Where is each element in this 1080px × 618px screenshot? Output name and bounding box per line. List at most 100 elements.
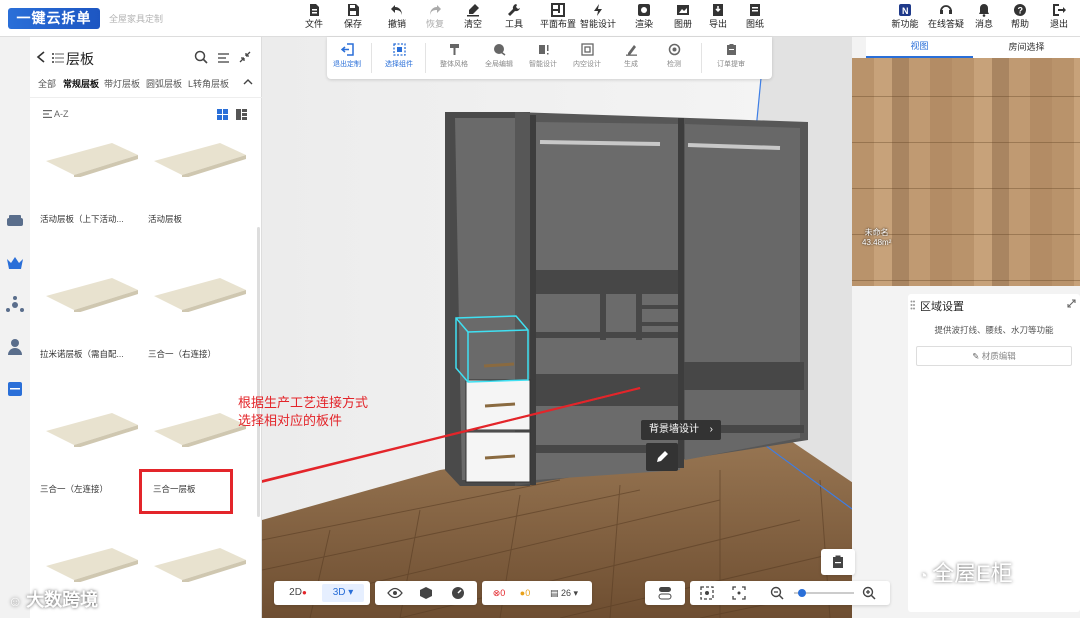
3d-viewport[interactable]	[262, 37, 908, 618]
list-count-icon: ▤	[549, 588, 561, 598]
drag-handle-icon[interactable]	[910, 300, 915, 310]
collapse-icon[interactable]	[239, 51, 251, 63]
custom-toolbar: 退出定制 选择组件 整体风格 全局编辑 智能设计 内空设计 生成 检测 订单提审	[327, 37, 772, 79]
shelf-item[interactable]: 三合一（左连接）	[40, 399, 140, 509]
exit-custom-button[interactable]: 退出定制	[327, 43, 367, 69]
online-qa-button[interactable]: 在线答疑	[926, 3, 966, 30]
style-icon	[449, 44, 459, 55]
file-icon	[310, 4, 319, 16]
album-button[interactable]: 图册	[666, 3, 700, 30]
undo-button[interactable]: 撤销	[380, 3, 414, 30]
category-arc[interactable]: 圆弧层板	[146, 77, 182, 90]
filter-icon[interactable]	[217, 51, 230, 64]
shelf-item[interactable]	[148, 534, 248, 618]
crown-icon[interactable]	[5, 253, 25, 273]
clipboard-button[interactable]	[821, 549, 855, 575]
gauge-icon[interactable]	[451, 586, 465, 600]
view-2d-button[interactable]: 2D●	[278, 581, 318, 605]
warning-counter[interactable]: ●0	[514, 581, 536, 605]
sort-az-toggle[interactable]: A-Z	[54, 109, 69, 119]
svg-text:?: ?	[1018, 6, 1024, 16]
generate-button[interactable]: 生成	[611, 43, 651, 69]
shelf-item[interactable]: 拉米诺层板（需自配...	[40, 264, 140, 374]
search-icon[interactable]	[194, 50, 208, 64]
back-icon[interactable]	[36, 51, 46, 63]
render-button[interactable]: 渲染	[627, 3, 661, 30]
annotation-line: 选择相对应的板件	[238, 413, 343, 428]
sofa-icon[interactable]	[5, 211, 25, 231]
exit-custom-label: 退出定制	[333, 61, 361, 68]
inner-space-icon	[580, 43, 594, 56]
pen-icon	[657, 451, 668, 462]
annotation-highlight-box	[139, 469, 233, 514]
zoom-out-icon[interactable]	[770, 586, 784, 600]
shelf-item-label: 三合一（左连接）	[40, 484, 109, 494]
fit-view-icon[interactable]	[732, 586, 746, 600]
room-preview[interactable]: 未命名 43.48m²	[852, 58, 1080, 286]
tab-room-select[interactable]: 房间选择	[973, 37, 1080, 58]
eye-icon[interactable]	[387, 587, 403, 599]
shelf-thumbnail	[46, 278, 138, 312]
expand-icon[interactable]	[1067, 299, 1076, 308]
material-edit-label: 材质编辑	[981, 351, 1016, 361]
edit-pen-button[interactable]	[646, 443, 678, 471]
category-l-corner[interactable]: L转角层板	[188, 77, 229, 90]
background-wall-design-button[interactable]: 背景墙设计 ›	[641, 420, 721, 440]
cabinet-icon[interactable]	[5, 379, 25, 399]
new-feature-button[interactable]: N 新功能	[888, 3, 922, 30]
zoom-in-icon[interactable]	[862, 586, 876, 600]
shelf-item[interactable]: 活动层板（上下活动...	[40, 129, 140, 239]
reset-view-icon[interactable]	[700, 586, 714, 600]
red-dot-icon: ●	[301, 588, 307, 597]
item-counter[interactable]: ▤ 26 ▾	[542, 581, 586, 605]
category-regular[interactable]: 常规层板	[63, 77, 99, 90]
check-label: 检测	[667, 61, 681, 68]
redo-button[interactable]: 恢复	[418, 3, 452, 30]
redo-label: 恢复	[425, 19, 444, 29]
drawing-icon	[750, 4, 760, 16]
shelf-thumbnail	[46, 413, 138, 447]
smart-design-tool-button[interactable]: 智能设计	[523, 43, 563, 69]
floor-plan-button[interactable]: 平面布置	[538, 3, 578, 30]
inner-space-button[interactable]: 内空设计	[567, 43, 607, 69]
export-button[interactable]: 导出	[701, 3, 735, 30]
zoom-slider-handle[interactable]	[798, 589, 806, 597]
file-button[interactable]: 文件	[297, 3, 331, 30]
save-button[interactable]: 保存	[336, 3, 370, 30]
view-mode-toggle: 2D● 3D ▾	[274, 581, 370, 605]
list-view-icon[interactable]	[236, 109, 247, 120]
toggle-icon[interactable]	[658, 586, 672, 600]
grid-view-icon[interactable]	[217, 109, 228, 120]
chevron-up-icon[interactable]	[243, 78, 253, 86]
select-component-button[interactable]: 选择组件	[379, 43, 419, 69]
view-3d-button[interactable]: 3D ▾	[322, 584, 364, 602]
material-edit-button[interactable]: ✎ 材质编辑	[916, 346, 1072, 366]
watermark-left: ☺ 大数跨境	[8, 590, 99, 610]
smart-design-button[interactable]: 智能设计	[578, 3, 618, 30]
save-label: 保存	[343, 19, 362, 29]
user-icon[interactable]	[5, 337, 25, 357]
category-all[interactable]: 全部	[38, 77, 56, 90]
error-counter[interactable]: ⊗0	[488, 581, 510, 605]
cube-icon[interactable]	[419, 586, 433, 600]
shelf-item[interactable]: 三合一（右连接）	[148, 264, 248, 374]
shelf-item[interactable]: 活动层板	[148, 129, 248, 239]
style-button[interactable]: 整体风格	[434, 43, 474, 69]
region-description: 提供波打线、腰线、水刀等功能	[934, 325, 1054, 335]
order-submit-button[interactable]: 订单提审	[709, 43, 753, 69]
tab-view[interactable]: 视图	[866, 37, 973, 58]
messages-button[interactable]: 消息	[967, 3, 1001, 30]
scrollbar[interactable]	[257, 227, 260, 517]
drawings-button[interactable]: 图纸	[738, 3, 772, 30]
room-label: 未命名 43.48m²	[862, 228, 891, 248]
shelf-item-label: 活动层板（上下活动...	[40, 214, 124, 224]
check-button[interactable]: 检测	[654, 43, 694, 69]
clear-button[interactable]: 清空	[456, 3, 490, 30]
category-lighted[interactable]: 带灯层板	[104, 77, 140, 90]
shelf-thumbnail	[154, 278, 246, 312]
help-button[interactable]: ? 帮助	[1003, 3, 1037, 30]
model-icon[interactable]	[5, 295, 25, 315]
tools-button[interactable]: 工具	[497, 3, 531, 30]
logout-button[interactable]: 退出	[1042, 3, 1076, 30]
global-edit-button[interactable]: 全局编辑	[479, 43, 519, 69]
